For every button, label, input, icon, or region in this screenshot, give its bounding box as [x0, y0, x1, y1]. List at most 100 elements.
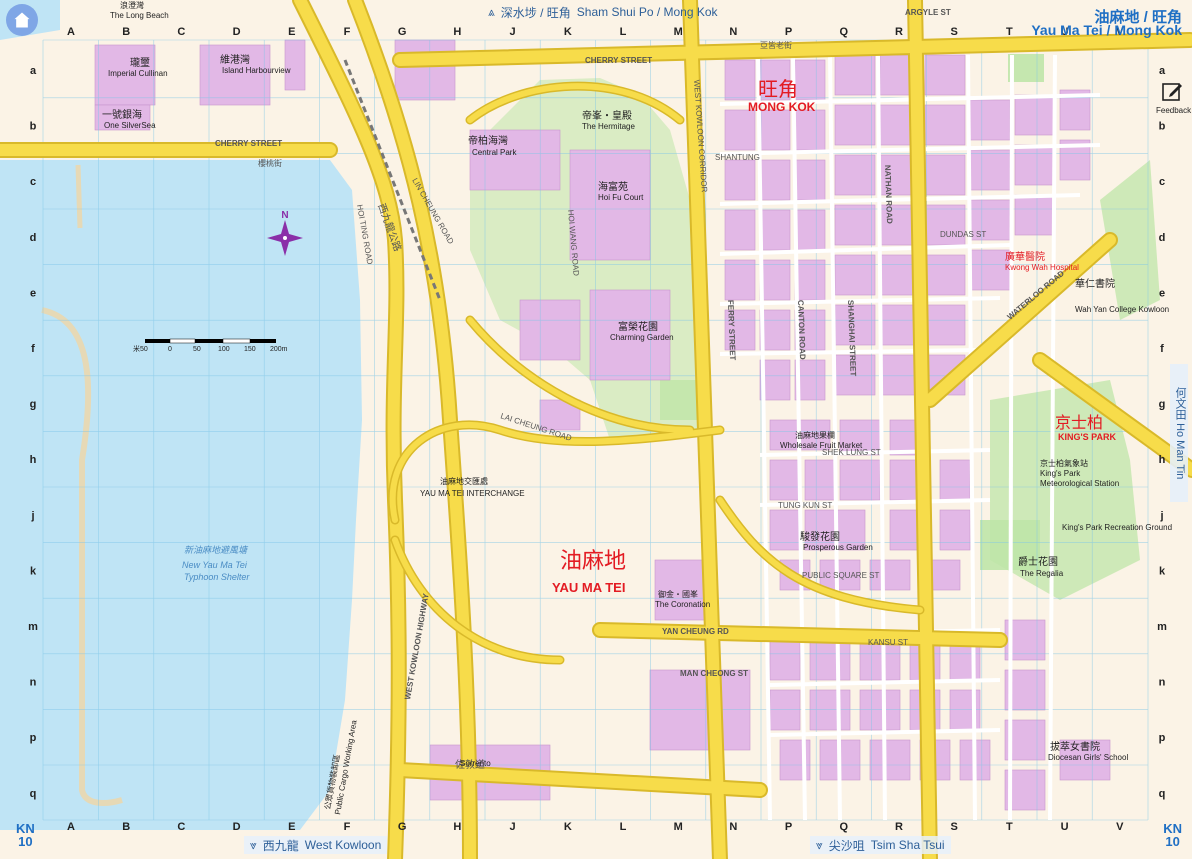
road-label-argyle-zh: 亞皆老街: [760, 40, 792, 50]
place-island-harbourview-zh: 維港灣: [220, 53, 250, 66]
road-label-argyle-st: ARGYLE ST: [905, 8, 951, 17]
grid-column-label: U: [1061, 821, 1069, 833]
grid-column-label: M: [674, 26, 683, 38]
grid-column-label: H: [453, 26, 461, 38]
scale-label: 150: [244, 346, 256, 353]
road-label-yan-cheung-road: YAN CHEUNG RD: [662, 627, 729, 636]
grid-column-label: T: [1006, 821, 1013, 833]
grid-column-label: K: [564, 26, 572, 38]
grid-row-label: g: [1159, 399, 1166, 411]
grid-column-label: M: [674, 821, 683, 833]
place-one-silversea-zh: 一號銀海: [102, 108, 142, 121]
grid-column-label: V: [1116, 821, 1124, 833]
road-label-cherry-street-zh: 櫻桃街: [258, 158, 282, 168]
grid-column-label: P: [785, 821, 792, 833]
grid-row-label: a: [30, 65, 37, 77]
district-label-kings-park-en: KING'S PARK: [1058, 432, 1116, 442]
place-prosperous-zh: 駿發花園: [800, 530, 840, 543]
grid-row-label: p: [1159, 732, 1166, 744]
grid-row-label: c: [30, 176, 36, 188]
typhoon-shelter-zh: 新油麻地避風塘: [184, 545, 249, 555]
edit-icon: [1162, 83, 1182, 101]
grid-row-label: q: [1159, 788, 1166, 800]
nav-prev-zh: 深水埗 / 旺角: [500, 5, 571, 20]
grid-row-label: c: [1159, 176, 1165, 188]
grid-row-label: n: [1159, 677, 1166, 689]
place-sorrento: Sorrento: [460, 759, 491, 768]
place-coronation-zh: 御金‧國峯: [658, 589, 698, 599]
place-hermitage-en: The Hermitage: [582, 122, 635, 131]
grid-row-label: m: [28, 621, 38, 633]
grid-column-label: E: [288, 821, 295, 833]
chevron-up-icon: ⩓: [488, 4, 495, 19]
page-number: 10: [1165, 834, 1180, 849]
grid-column-label: K: [564, 821, 572, 833]
grid-row-label: a: [1159, 65, 1166, 77]
grid-column-label: H: [453, 821, 461, 833]
place-observatory-zh: 京士柏氣象站: [1040, 458, 1088, 468]
place-island-harbourview-en: Island Harbourview: [222, 66, 291, 75]
place-long-beach-zh: 浪澄灣: [120, 0, 144, 10]
district-label-yau-ma-tei-zh: 油麻地: [560, 548, 626, 573]
grid-row-label: q: [30, 788, 37, 800]
place-regalia-zh: 爵士花園: [1018, 555, 1058, 568]
place-imperial-cullinan-en: Imperial Cullinan: [108, 69, 168, 78]
nav-prev-en: Sham Shui Po / Mong Kok: [576, 5, 718, 19]
place-fruit-market-en: Wholesale Fruit Market: [780, 441, 863, 450]
grid-column-label: L: [620, 821, 627, 833]
nav-west-en: West Kowloon: [304, 838, 382, 852]
grid-column-label: B: [122, 821, 130, 833]
nav-south-page[interactable]: ⩔ 尖沙咀 Tsim Sha Tsui: [810, 836, 951, 854]
grid-column-label: J: [510, 26, 516, 38]
place-coronation-en: The Coronation: [655, 600, 710, 609]
grid-column-label: F: [344, 821, 351, 833]
place-diocesan-en: Diocesan Girls' School: [1048, 753, 1128, 762]
place-interchange-zh: 油麻地交匯處: [440, 476, 488, 486]
nav-prev-page[interactable]: ⩓ 深水埗 / 旺角 Sham Shui Po / Mong Kok: [488, 3, 718, 21]
home-button[interactable]: [6, 4, 38, 36]
grid-column-label: E: [288, 26, 295, 38]
nav-west-page[interactable]: ⩔ 西九龍 West Kowloon: [244, 836, 388, 854]
place-hoi-fu-zh: 海富苑: [598, 180, 628, 193]
grid-row-label: k: [30, 565, 37, 577]
grid-row-label: f: [1160, 343, 1164, 355]
grid-row-label: h: [1159, 454, 1166, 466]
road-label-cherry-street-east: CHERRY STREET: [585, 56, 652, 65]
place-wah-yan-zh: 華仁書院: [1075, 277, 1115, 290]
grid-column-label: B: [122, 26, 130, 38]
scale-label: 50: [193, 346, 201, 353]
grid-column-label: T: [1006, 26, 1013, 38]
grid-column-label: N: [729, 26, 737, 38]
grid-column-label: C: [177, 821, 185, 833]
nav-south-zh: 尖沙咀: [828, 838, 865, 853]
place-central-park-zh: 帝柏海灣: [468, 134, 508, 147]
feedback-label: Feedback: [1156, 106, 1192, 115]
compass-label: N: [281, 210, 288, 221]
grid-column-label: Q: [840, 821, 849, 833]
place-observatory-en-2: Meteorological Station: [1040, 479, 1119, 488]
page-code-right: KN 10: [1163, 822, 1182, 848]
nav-east-page[interactable]: 何文田 Ho Man Tin: [1170, 364, 1188, 502]
grid-row-label: b: [1159, 121, 1166, 133]
place-charming-en: Charming Garden: [610, 333, 674, 342]
scale-label: 100: [218, 346, 230, 353]
road-label-public-square-st: PUBLIC SQUARE ST: [802, 571, 879, 580]
place-prosperous-en: Prosperous Garden: [803, 543, 873, 552]
feedback-button[interactable]: Feedback: [1156, 80, 1192, 116]
map-canvas[interactable]: N 米50 0 50 100 150 200m 油麻地 YAU MA TEI 旺…: [0, 0, 1192, 859]
grid-row-label: h: [30, 454, 37, 466]
scale-label: 0: [168, 346, 172, 353]
grid-row-label: k: [1159, 565, 1166, 577]
place-fruit-market-zh: 油麻地果欄: [795, 430, 835, 440]
grid-column-label: R: [895, 26, 903, 38]
road-label-dundas-st: DUNDAS ST: [940, 230, 986, 239]
grid-row-label: n: [30, 677, 37, 689]
grid-column-label: G: [398, 821, 407, 833]
nav-west-zh: 西九龍: [262, 838, 299, 853]
grid-column-label: L: [620, 26, 627, 38]
grid-row-label: j: [1159, 510, 1163, 522]
road-label-man-cheong-st: MAN CHEONG ST: [680, 669, 748, 678]
grid-row-label: p: [30, 732, 37, 744]
page-number: 10: [18, 834, 33, 849]
grid-column-label: S: [951, 26, 958, 38]
